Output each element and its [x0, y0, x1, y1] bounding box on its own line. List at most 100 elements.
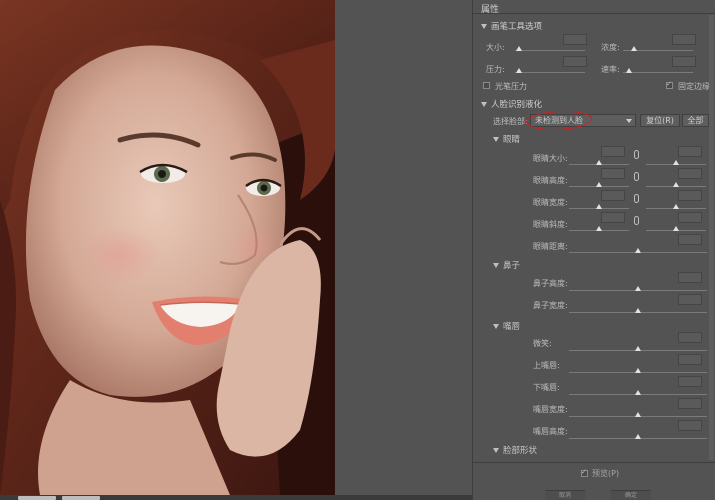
eyes-header[interactable]: 眼睛: [493, 133, 520, 145]
eye-width-right-thumb[interactable]: [673, 204, 679, 209]
eye-size-label: 眼睛大小:: [533, 154, 568, 163]
collapse-triangle-icon: [493, 448, 499, 453]
link-icon[interactable]: [634, 150, 639, 159]
eye-tilt-left-field[interactable]: [601, 212, 625, 223]
smile-field[interactable]: [678, 332, 702, 343]
eye-size-left-field[interactable]: [601, 146, 625, 157]
reset-button[interactable]: 复位(R): [640, 114, 680, 127]
link-icon[interactable]: [634, 216, 639, 225]
smile-thumb[interactable]: [635, 346, 641, 351]
stylus-pressure-checkbox[interactable]: [483, 82, 490, 89]
brush-options-title: 画笔工具选项: [491, 22, 543, 32]
eye-tilt-left-thumb[interactable]: [596, 226, 602, 231]
eye-height-label: 眼睛高度:: [533, 176, 568, 185]
chevron-down-icon: [626, 119, 632, 123]
lower-lip-label: 下嘴唇:: [533, 383, 560, 392]
face-liquify-header[interactable]: 人脸识别液化: [481, 98, 542, 110]
brush-options-header[interactable]: 画笔工具选项: [481, 20, 542, 32]
size-field[interactable]: [563, 34, 587, 45]
preview-option[interactable]: 预览(P): [581, 468, 619, 479]
highlight-annotation-ring: [525, 109, 593, 132]
scrollbar-thumb[interactable]: [709, 15, 714, 460]
preview-checkbox[interactable]: [581, 468, 588, 477]
link-icon[interactable]: [634, 194, 639, 203]
select-face-label: 选择脸部:: [493, 117, 528, 126]
collapse-triangle-icon: [493, 324, 499, 329]
nose-width-label: 鼻子宽度:: [533, 301, 568, 310]
panel-scrollbar[interactable]: [709, 15, 714, 460]
size-slider[interactable]: [515, 50, 585, 51]
eye-distance-field[interactable]: [678, 234, 702, 245]
canvas-status-strip: [0, 495, 472, 500]
preview-label: 预览(P): [592, 469, 620, 478]
panel-scroll-area[interactable]: 画笔工具选项 大小: 浓度: 压力: 速率: 光笔压力 固定边缘 人脸识别液化 …: [473, 14, 709, 462]
lower-lip-field[interactable]: [678, 376, 702, 387]
rate-label: 速率:: [601, 65, 620, 74]
face-shape-title: 脸部形状: [503, 446, 538, 456]
eye-height-right-field[interactable]: [678, 168, 702, 179]
image-canvas[interactable]: [0, 0, 335, 495]
upper-lip-label: 上嘴唇:: [533, 361, 560, 370]
eye-width-left-field[interactable]: [601, 190, 625, 201]
nose-width-field[interactable]: [678, 294, 702, 305]
rate-slider[interactable]: [623, 72, 693, 73]
face-shape-header[interactable]: 脸部形状: [493, 444, 537, 456]
density-label: 浓度:: [601, 43, 620, 52]
size-slider-thumb[interactable]: [516, 46, 522, 51]
cancel-button[interactable]: 取消: [545, 490, 585, 500]
nose-height-label: 鼻子高度:: [533, 279, 568, 288]
eye-tilt-right-thumb[interactable]: [673, 226, 679, 231]
eye-width-left-thumb[interactable]: [596, 204, 602, 209]
size-label: 大小:: [486, 43, 505, 52]
mouth-width-field[interactable]: [678, 398, 702, 409]
density-slider-thumb[interactable]: [631, 46, 637, 51]
pressure-slider-thumb[interactable]: [516, 68, 522, 73]
smile-label: 微笑:: [533, 339, 552, 348]
eye-size-left-thumb[interactable]: [596, 160, 602, 165]
eye-height-left-field[interactable]: [601, 168, 625, 179]
eye-size-right-thumb[interactable]: [673, 160, 679, 165]
pressure-field[interactable]: [563, 56, 587, 67]
zoom-tab[interactable]: [18, 496, 56, 500]
pin-edges-label: 固定边缘: [678, 82, 709, 91]
footer-divider: [473, 462, 715, 463]
upper-lip-field[interactable]: [678, 354, 702, 365]
eyes-title: 眼睛: [503, 135, 521, 145]
collapse-triangle-icon: [481, 24, 487, 29]
upper-lip-thumb[interactable]: [635, 368, 641, 373]
portrait-photo: [0, 0, 335, 495]
mouth-height-label: 嘴唇高度:: [533, 427, 568, 436]
nose-height-thumb[interactable]: [635, 286, 641, 291]
mouth-height-thumb[interactable]: [635, 434, 641, 439]
eye-height-right-thumb[interactable]: [673, 182, 679, 187]
collapse-triangle-icon: [493, 263, 499, 268]
nose-width-thumb[interactable]: [635, 308, 641, 313]
pin-edges-checkbox[interactable]: [666, 80, 673, 89]
eye-distance-label: 眼睛距离:: [533, 242, 568, 251]
rate-slider-thumb[interactable]: [626, 68, 632, 73]
eye-tilt-right-field[interactable]: [678, 212, 702, 223]
link-icon[interactable]: [634, 172, 639, 181]
density-field[interactable]: [672, 34, 696, 45]
pressure-slider[interactable]: [515, 72, 585, 73]
view-tab[interactable]: [62, 496, 100, 500]
lower-lip-thumb[interactable]: [635, 390, 641, 395]
mouth-header[interactable]: 嘴唇: [493, 320, 520, 332]
mouth-height-field[interactable]: [678, 420, 702, 431]
mouth-width-thumb[interactable]: [635, 412, 641, 417]
stylus-pressure-label: 光笔压力: [495, 82, 527, 91]
nose-height-field[interactable]: [678, 272, 702, 283]
collapse-triangle-icon: [481, 102, 487, 107]
eye-height-left-thumb[interactable]: [596, 182, 602, 187]
nose-header[interactable]: 鼻子: [493, 259, 520, 271]
rate-field[interactable]: [672, 56, 696, 67]
eye-distance-thumb[interactable]: [635, 248, 641, 253]
ok-button[interactable]: 确定: [611, 490, 651, 500]
all-button[interactable]: 全部: [682, 114, 709, 127]
eye-width-label: 眼睛宽度:: [533, 198, 568, 207]
collapse-triangle-icon: [493, 137, 499, 142]
eye-size-right-field[interactable]: [678, 146, 702, 157]
canvas-background: [335, 0, 472, 500]
panel-header: 属性: [473, 0, 715, 15]
eye-width-right-field[interactable]: [678, 190, 702, 201]
